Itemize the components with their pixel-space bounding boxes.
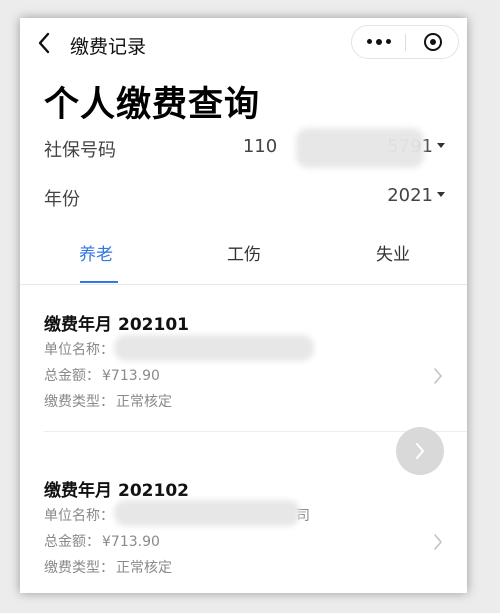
month-label: 缴费年月	[44, 315, 112, 335]
type-value: 正常核定	[116, 394, 172, 410]
ssn-label: 社保号码	[44, 140, 116, 161]
year-value: 2021	[387, 185, 433, 206]
more-dots-icon	[376, 38, 382, 45]
active-tab-indicator	[80, 281, 118, 283]
type-line: 缴费类型： 正常核定	[44, 391, 172, 411]
record-title: 缴费年月 202101	[44, 310, 189, 335]
type-label: 缴费类型：	[44, 394, 114, 410]
record-month: 202101	[118, 315, 189, 335]
tab-work-injury[interactable]: 工伤	[194, 240, 294, 265]
amount-line: 总金额： ¥713.90	[44, 365, 160, 385]
payment-record[interactable]: 缴费年月 202101 单位名称： 总金额： ¥713.90 缴费类型： 正常核定	[20, 310, 467, 430]
insurance-tabs: 养老 工伤 失业	[20, 240, 467, 284]
redaction-blur	[296, 128, 424, 168]
floating-next-button[interactable]	[396, 427, 444, 475]
company-line: 单位名称：	[44, 339, 114, 359]
nav-title: 缴费记录	[70, 36, 147, 58]
more-dots-icon	[367, 39, 372, 44]
ssn-prefix: 110	[242, 136, 278, 157]
caret-down-icon	[437, 143, 445, 148]
type-label: 缴费类型：	[44, 560, 114, 576]
caret-down-icon	[437, 192, 445, 197]
amount-value: ¥713.90	[102, 368, 160, 384]
chevron-right-icon	[434, 368, 442, 384]
company-label: 单位名称：	[44, 508, 114, 524]
month-label: 缴费年月	[44, 481, 112, 501]
amount-value: ¥713.90	[102, 534, 160, 550]
amount-label: 总金额：	[44, 368, 100, 384]
redaction-blur	[114, 335, 314, 361]
redaction-blur	[114, 500, 300, 526]
phone-screen: 缴费记录 个人缴费查询 社保号码 1105791 年份 2021 养老 工伤 失…	[20, 18, 467, 593]
company-label: 单位名称：	[44, 342, 114, 358]
tab-unemployment[interactable]: 失业	[343, 240, 443, 265]
type-line: 缴费类型： 正常核定	[44, 557, 172, 577]
chevron-right-icon	[434, 534, 442, 550]
tab-pension[interactable]: 养老	[46, 240, 146, 265]
more-button[interactable]	[352, 26, 405, 58]
record-title: 缴费年月 202102	[44, 476, 189, 501]
mini-program-capsule	[351, 25, 459, 59]
more-dots-icon	[386, 39, 391, 44]
amount-label: 总金额：	[44, 534, 100, 550]
year-selector[interactable]: 2021	[387, 185, 445, 206]
back-button[interactable]	[34, 30, 56, 56]
chevron-left-icon	[38, 32, 50, 54]
close-button[interactable]	[407, 26, 459, 58]
amount-line: 总金额： ¥713.90	[44, 531, 160, 551]
chevron-right-icon	[416, 443, 424, 459]
record-month: 202102	[118, 481, 189, 501]
page-title: 个人缴费查询	[44, 85, 261, 125]
type-value: 正常核定	[116, 560, 172, 576]
year-label: 年份	[44, 189, 80, 210]
capsule-divider	[405, 34, 406, 51]
target-dot	[430, 39, 436, 45]
tabs-divider	[20, 284, 467, 285]
payment-record[interactable]: 缴费年月 202102 单位名称：司 总金额： ¥713.90 缴费类型： 正常核定	[20, 476, 467, 593]
navigation-bar: 缴费记录	[20, 18, 467, 70]
